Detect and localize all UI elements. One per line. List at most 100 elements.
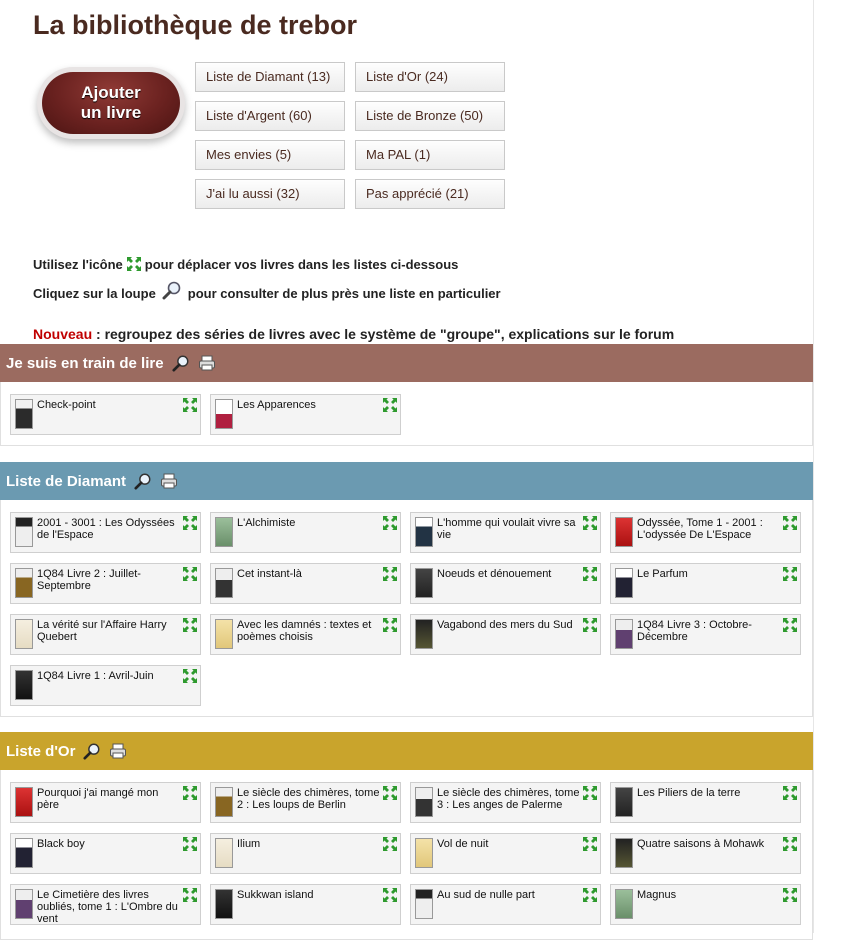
book-cover (15, 399, 33, 429)
book-title: La vérité sur l'Affaire Harry Quebert (37, 619, 167, 643)
book-title: Les Apparences (237, 399, 316, 411)
book-card[interactable]: Vagabond des mers du Sud (410, 614, 601, 655)
book-card[interactable]: Black boy (10, 833, 201, 874)
book-card[interactable]: Noeuds et dénouement (410, 563, 601, 604)
book-card[interactable]: Check-point (10, 394, 201, 435)
list-button-envies[interactable]: Mes envies (5) (195, 140, 345, 170)
book-card[interactable]: Les Apparences (210, 394, 401, 435)
book-cover (215, 517, 233, 547)
move-icon[interactable] (182, 397, 198, 413)
move-icon[interactable] (182, 785, 198, 801)
list-button-diamant[interactable]: Liste de Diamant (13) (195, 62, 345, 92)
book-cover (415, 838, 433, 868)
print-icon[interactable] (160, 472, 178, 490)
scrollbar-track[interactable] (813, 0, 850, 933)
book-cover (615, 787, 633, 817)
book-title: 1Q84 Livre 3 : Octobre-Décembre (637, 619, 752, 643)
list-button-pal[interactable]: Ma PAL (1) (355, 140, 505, 170)
move-icon[interactable] (582, 887, 598, 903)
book-title: Odyssée, Tome 1 - 2001 : L'odyssée De L'… (637, 517, 763, 541)
move-icon[interactable] (782, 785, 798, 801)
book-title: Pourquoi j'ai mangé mon père (37, 787, 159, 811)
book-cover (615, 838, 633, 868)
list-button-or[interactable]: Liste d'Or (24) (355, 62, 505, 92)
book-card[interactable]: Magnus (610, 884, 801, 925)
book-card[interactable]: Le Parfum (610, 563, 801, 604)
move-icon[interactable] (382, 836, 398, 852)
print-icon[interactable] (198, 354, 216, 372)
book-card[interactable]: 1Q84 Livre 2 : Juillet-Septembre (10, 563, 201, 604)
info-move-after: pour déplacer vos livres dans les listes… (144, 256, 459, 272)
book-card[interactable]: L'Alchimiste (210, 512, 401, 553)
book-card[interactable]: Avec les damnés : textes et poèmes chois… (210, 614, 401, 655)
book-card[interactable]: 1Q84 Livre 3 : Octobre-Décembre (610, 614, 801, 655)
move-icon[interactable] (182, 566, 198, 582)
move-icon[interactable] (782, 515, 798, 531)
move-icon[interactable] (782, 566, 798, 582)
book-cover (15, 568, 33, 598)
move-icon[interactable] (182, 887, 198, 903)
list-button-bronze[interactable]: Liste de Bronze (50) (355, 101, 505, 131)
move-icon[interactable] (182, 617, 198, 633)
book-card[interactable]: Sukkwan island (210, 884, 401, 925)
move-icon[interactable] (182, 515, 198, 531)
library-page: La bibliothèque de trebor Ajouter un liv… (0, 0, 813, 940)
move-icon[interactable] (582, 566, 598, 582)
book-card[interactable]: Le siècle des chimères, tome 3 : Les ang… (410, 782, 601, 823)
add-book-button[interactable]: Ajouter un livre (42, 72, 180, 134)
book-card[interactable]: Ilium (210, 833, 401, 874)
list-button-pas-apprecie[interactable]: Pas apprécié (21) (355, 179, 505, 209)
book-title: Cet instant-là (237, 568, 302, 580)
book-title: Les Piliers de la terre (637, 787, 741, 799)
book-cover (15, 838, 33, 868)
move-icon[interactable] (782, 617, 798, 633)
list-button-lu-aussi[interactable]: J'ai lu aussi (32) (195, 179, 345, 209)
book-cover (615, 619, 633, 649)
book-card[interactable]: Odyssée, Tome 1 - 2001 : L'odyssée De L'… (610, 512, 801, 553)
section-body-diamant: 2001 - 3001 : Les Odyssées de l'Espace L'… (0, 500, 813, 717)
book-cover (215, 568, 233, 598)
move-icon[interactable] (582, 515, 598, 531)
book-card[interactable]: Vol de nuit (410, 833, 601, 874)
book-card[interactable]: Le siècle des chimères, tome 2 : Les lou… (210, 782, 401, 823)
move-icon[interactable] (382, 617, 398, 633)
book-card[interactable]: Les Piliers de la terre (610, 782, 801, 823)
magnifier-icon[interactable] (172, 354, 190, 372)
book-title: Au sud de nulle part (437, 889, 535, 901)
move-icon[interactable] (582, 617, 598, 633)
move-icon[interactable] (382, 887, 398, 903)
book-card[interactable]: La vérité sur l'Affaire Harry Quebert (10, 614, 201, 655)
magnifier-icon[interactable] (134, 472, 152, 490)
book-card[interactable]: L'homme qui voulait vivre sa vie (410, 512, 601, 553)
move-icon[interactable] (182, 668, 198, 684)
magnifier-icon[interactable] (83, 742, 101, 760)
nouveau-label: Nouveau (33, 326, 93, 342)
book-card[interactable]: Au sud de nulle part (410, 884, 601, 925)
move-icon[interactable] (182, 836, 198, 852)
section-header-or: Liste d'Or (0, 732, 813, 770)
move-icon[interactable] (582, 836, 598, 852)
move-icon[interactable] (382, 566, 398, 582)
move-icon[interactable] (382, 785, 398, 801)
section-body-or: Pourquoi j'ai mangé mon père Le siècle de… (0, 770, 813, 940)
book-card[interactable]: Le Cimetière des livres oubliés, tome 1 … (10, 884, 201, 925)
move-icon[interactable] (582, 785, 598, 801)
move-icon[interactable] (382, 397, 398, 413)
book-cover (615, 568, 633, 598)
book-cover (15, 787, 33, 817)
book-card[interactable]: Quatre saisons à Mohawk (610, 833, 801, 874)
info-loupe-before: Cliquez sur la loupe (33, 285, 156, 301)
book-card[interactable]: Pourquoi j'ai mangé mon père (10, 782, 201, 823)
book-cover (215, 619, 233, 649)
book-card[interactable]: Cet instant-là (210, 563, 401, 604)
section-body-reading: Check-point Les Apparences (0, 382, 813, 446)
book-cover (615, 889, 633, 919)
move-icon[interactable] (782, 836, 798, 852)
book-card[interactable]: 2001 - 3001 : Les Odyssées de l'Espace (10, 512, 201, 553)
move-icon[interactable] (382, 515, 398, 531)
info-loupe-after: pour consulter de plus près une liste en… (187, 285, 501, 301)
print-icon[interactable] (109, 742, 127, 760)
book-card[interactable]: 1Q84 Livre 1 : Avril-Juin (10, 665, 201, 706)
list-button-argent[interactable]: Liste d'Argent (60) (195, 101, 345, 131)
move-icon[interactable] (782, 887, 798, 903)
